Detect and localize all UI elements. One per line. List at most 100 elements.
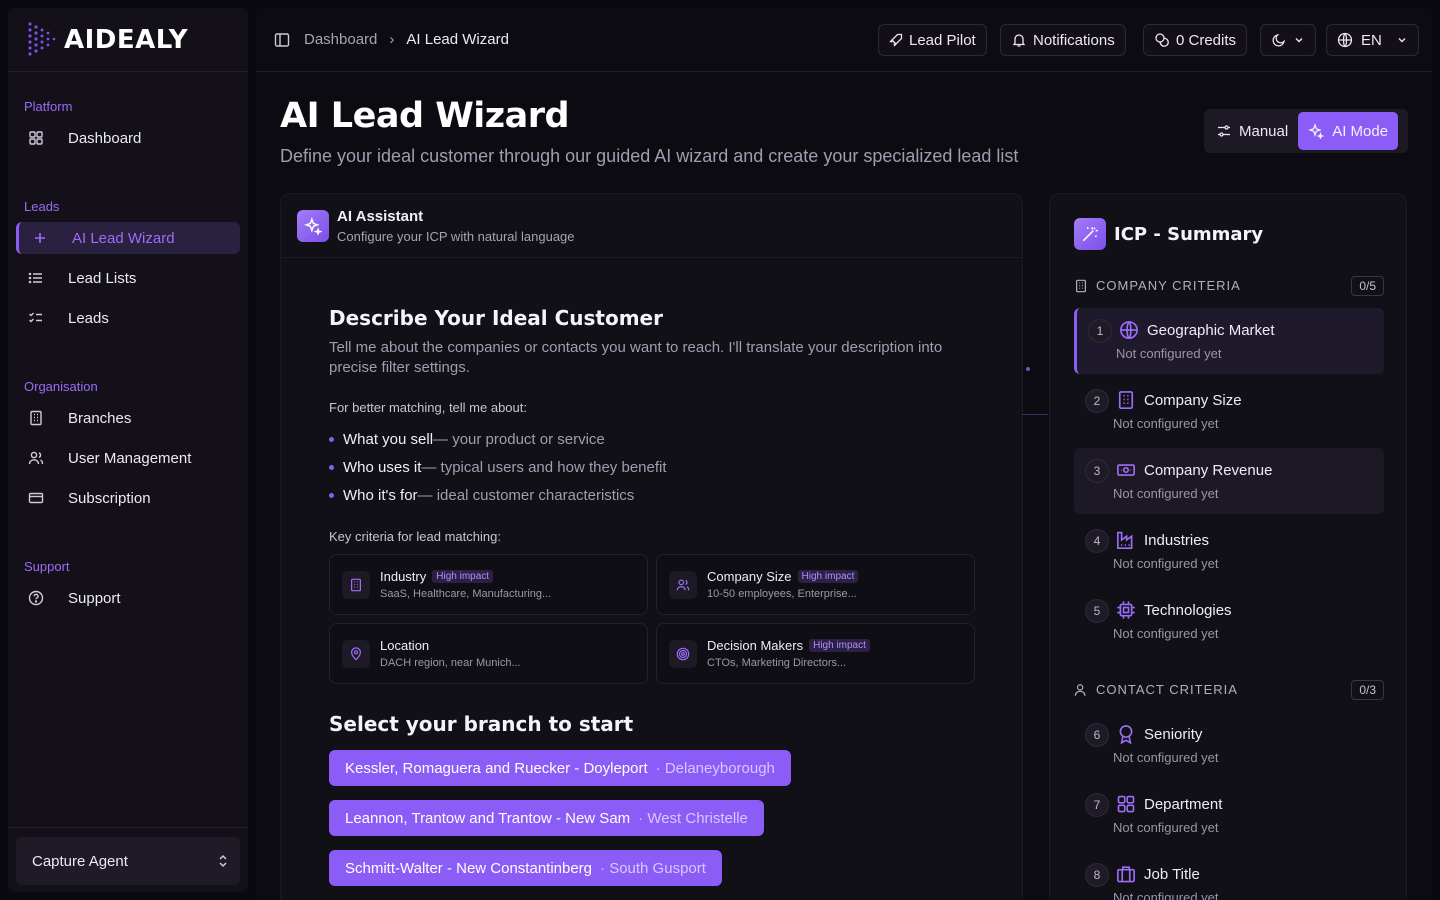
icp-item-status: Not configured yet [1113, 416, 1219, 431]
step-number: 1 [1088, 319, 1112, 343]
hint-rest: — ideal customer characteristics [417, 486, 635, 504]
notifications-button[interactable]: Notifications [1000, 24, 1126, 56]
lead-pilot-label: Lead Pilot [909, 31, 976, 49]
sidebar-toggle-icon[interactable] [274, 32, 290, 48]
page-subtitle: Define your ideal customer through our g… [280, 146, 1019, 166]
step-number: 7 [1085, 793, 1109, 817]
icp-item-name: Technologies [1144, 601, 1232, 619]
grid-icon [28, 130, 44, 146]
company-criteria-count: 0/5 [1351, 276, 1384, 296]
breadcrumb-current: AI Lead Wizard [406, 31, 509, 48]
icp-item-industries[interactable]: 4 Industries Not configured yet [1074, 518, 1384, 584]
building-icon [28, 410, 44, 426]
assistant-subtitle: Configure your ICP with natural language [337, 228, 575, 244]
describe-text: Tell me about the companies or contacts … [329, 339, 943, 376]
sidebar-item-label: Leads [68, 309, 109, 327]
page-header: AI Lead Wizard Define your ideal custome… [280, 96, 1018, 167]
sidebar-item-label: AI Lead Wizard [72, 229, 175, 247]
nav-group-label: Organisation [24, 379, 98, 394]
bullet-dot [329, 492, 334, 498]
manual-mode-button[interactable]: Manual [1207, 112, 1298, 150]
branch-row: Schmitt-Walter - New Constantinberg · Sou… [329, 836, 979, 886]
lead-pilot-button[interactable]: Lead Pilot [878, 24, 987, 56]
coins-icon [1154, 32, 1170, 48]
icp-item-company-revenue[interactable]: 3 Company Revenue Not configured yet [1074, 448, 1384, 514]
nav-group-label: Leads [24, 199, 60, 214]
credits-button[interactable]: 0 Credits [1143, 24, 1248, 56]
icp-item-job-title[interactable]: 8 Job Title Not configured yet [1074, 852, 1384, 900]
agent-select[interactable]: Capture Agent [16, 837, 240, 885]
app: AIDEALY Platform Dashboard Leads AI Lead… [0, 0, 1440, 900]
better-matching-label: For better matching, tell me about: [329, 400, 527, 415]
sidebar-footer: Capture Agent [8, 827, 248, 892]
branch-row: Kessler, Romaguera and Ruecker - Doylepo… [329, 736, 979, 786]
criteria-title: Location [380, 638, 430, 653]
branch-name: Schmitt-Walter - New Constantinberg [345, 859, 593, 877]
agent-select-value: Capture Agent [32, 852, 128, 870]
logo[interactable]: AIDEALY [8, 8, 248, 72]
icp-item-name: Seniority [1144, 725, 1203, 743]
icp-summary-panel: ICP - Summary COMPANY CRITERIA 0/5 1 Geo… [1049, 193, 1407, 900]
branch-button[interactable]: Schmitt-Walter - New Constantinberg · Sou… [329, 850, 722, 886]
banknote-icon [1117, 464, 1135, 476]
criteria-title: Industry [380, 569, 427, 584]
hint-list: What you sell — your product or service W… [329, 425, 979, 509]
step-number: 5 [1085, 599, 1109, 623]
sidebar-item-support[interactable]: Support [16, 582, 240, 614]
company-criteria-header: COMPANY CRITERIA 0/5 [1074, 276, 1384, 296]
bullet-dot [329, 436, 334, 442]
nav-group-label: Platform [24, 99, 73, 114]
sidebar-item-label: Subscription [68, 489, 151, 507]
icp-header: ICP - Summary [1074, 218, 1263, 250]
icp-item-status: Not configured yet [1113, 750, 1219, 765]
criteria-example: 10-50 employees, Enterprise... [707, 588, 857, 600]
branch-button[interactable]: Leannon, Trantow and Trantow - New Sam · … [329, 800, 764, 836]
building-icon [1118, 391, 1134, 409]
branch-heading: Select your branch to start [329, 712, 634, 736]
theme-toggle-button[interactable] [1260, 24, 1316, 56]
card-icon [28, 490, 44, 506]
award-icon [1119, 725, 1133, 744]
sidebar-item-subscription[interactable]: Subscription [16, 482, 240, 514]
icp-item-seniority[interactable]: 6 Seniority Not configured yet [1074, 712, 1384, 778]
breadcrumb-dashboard[interactable]: Dashboard [304, 31, 377, 48]
wand-icon [1074, 218, 1106, 250]
globe-icon [1120, 321, 1138, 339]
sidebar-item-ai-lead-wizard[interactable]: AI Lead Wizard [16, 222, 240, 254]
checklist-icon [28, 310, 44, 326]
icp-item-geographic-market[interactable]: 1 Geographic Market Not configured yet [1074, 308, 1384, 374]
logo-mark-icon [28, 21, 56, 56]
language-select[interactable]: EN [1326, 24, 1419, 56]
sidebar-item-branches[interactable]: Branches [16, 402, 240, 434]
sidebar-item-label: Branches [68, 409, 132, 427]
mode-toggle: Manual AI Mode [1204, 109, 1408, 153]
decorative-line [1022, 414, 1048, 415]
building-icon [1076, 279, 1086, 292]
contact-criteria-label: CONTACT CRITERIA [1096, 682, 1238, 697]
icp-item-name: Company Revenue [1144, 461, 1273, 479]
ai-mode-button[interactable]: AI Mode [1298, 112, 1399, 150]
factory-icon [1117, 531, 1133, 549]
sidebar-item-leads[interactable]: Leads [16, 302, 240, 334]
icp-item-department[interactable]: 7 Department Not configured yet [1074, 782, 1384, 848]
map-pin-icon [342, 639, 370, 668]
sliders-icon [1217, 124, 1231, 138]
assistant-panel: AI Assistant Configure your ICP with nat… [280, 193, 1023, 900]
sidebar-item-label: Lead Lists [68, 269, 137, 287]
branch-button[interactable]: Kessler, Romaguera and Ruecker - Doylepo… [329, 750, 791, 786]
icp-item-company-size[interactable]: 2 Company Size Not configured yet [1074, 378, 1384, 444]
criteria-card-decision-makers: Decision Makers High impact CTOs, Marketi… [656, 623, 975, 684]
list-icon [28, 270, 44, 286]
sidebar-item-lead-lists[interactable]: Lead Lists [16, 262, 240, 294]
hint-rest: — typical users and how they benefit [421, 458, 667, 476]
language-value: EN [1361, 31, 1382, 49]
sidebar-item-dashboard[interactable]: Dashboard [16, 122, 240, 154]
bell-icon [1011, 32, 1027, 48]
hint-strong: Who it's for [343, 486, 418, 504]
impact-badge: High impact [432, 570, 494, 583]
icp-item-name: Company Size [1144, 391, 1242, 409]
sidebar-item-user-management[interactable]: User Management [16, 442, 240, 474]
help-circle-icon [28, 590, 44, 606]
icp-item-technologies[interactable]: 5 Technologies Not configured yet [1074, 588, 1384, 654]
assistant-title: AI Assistant [337, 207, 424, 225]
